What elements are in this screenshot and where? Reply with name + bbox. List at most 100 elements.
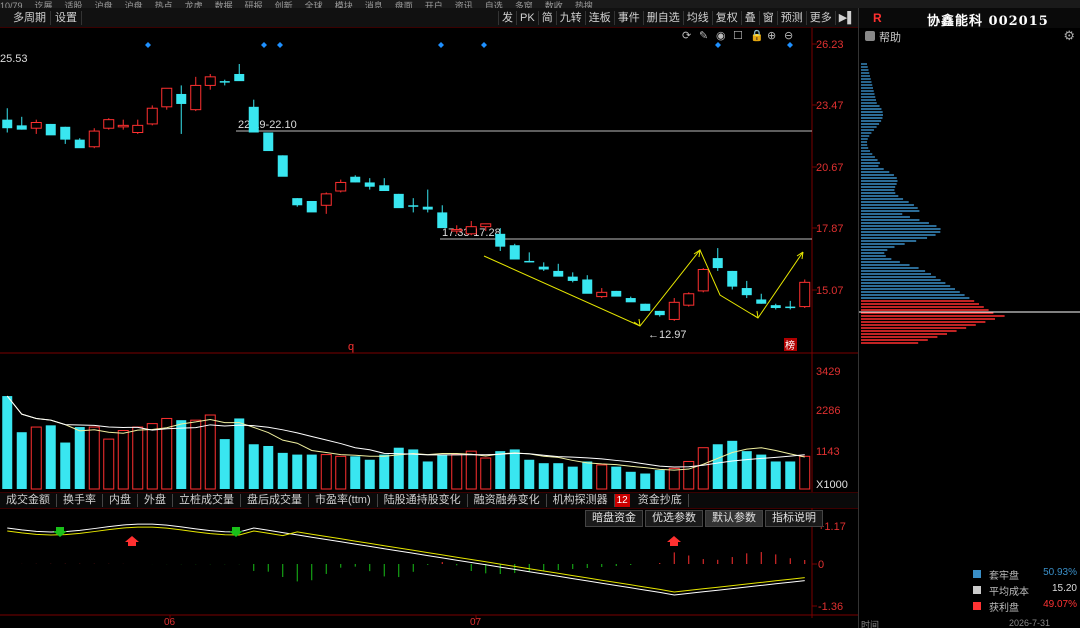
candle-body[interactable] [596,291,608,298]
event-diamond-icon[interactable] [145,42,151,48]
param-tab[interactable]: 默认参数 [705,510,763,527]
help-icon[interactable] [865,31,875,41]
candle-body[interactable] [204,76,216,86]
indicator-tab[interactable]: 盘后成交量 [241,494,309,507]
candle-body[interactable] [292,198,303,206]
chart-tool-icon[interactable]: ✎ [699,30,708,42]
candle-body[interactable] [306,200,317,213]
param-tab[interactable]: 暗盘资金 [585,510,643,527]
candle-body[interactable] [234,73,245,82]
candle-body[interactable] [683,293,695,306]
candle-body[interactable] [465,226,477,235]
candle-body[interactable] [16,125,27,130]
chart-tool-icon[interactable]: ☐ [733,30,743,42]
candle-body[interactable] [451,229,463,232]
toolbar-right-item[interactable]: 发 [498,11,516,25]
event-diamond-icon[interactable] [715,42,721,48]
indicator-tab[interactable]: 成交金额 [0,494,57,507]
candle-body[interactable] [45,123,56,136]
candle-body[interactable] [408,205,419,207]
candle-body[interactable] [364,182,375,187]
toolbar-right-item[interactable]: 复权 [711,11,741,25]
toolbar-right-item[interactable]: 连板 [584,11,614,25]
event-diamond-icon[interactable] [787,42,793,48]
candle-body[interactable] [509,245,520,260]
candle-body[interactable] [799,281,811,308]
candle-body[interactable] [538,266,549,270]
candle-body[interactable] [668,301,680,320]
candle-body[interactable] [263,132,274,152]
toolbar-right-item[interactable]: 窗 [758,11,777,25]
sell-signal-icon[interactable] [229,527,243,537]
toolbar-right-item[interactable]: PK [516,11,538,25]
buy-signal-icon[interactable] [125,536,139,546]
candle-body[interactable] [727,270,738,287]
candle-body[interactable] [611,290,622,297]
candle-body[interactable] [770,305,781,309]
indicator-tab[interactable]: 立桩成交量 [173,494,241,507]
candle-body[interactable] [277,155,288,177]
candle-body[interactable] [146,107,158,125]
candle-body[interactable] [697,268,709,292]
candle-body[interactable] [567,276,578,281]
buy-signal-icon[interactable] [667,536,681,546]
candle-body[interactable] [350,176,361,183]
toolbar-right-item[interactable]: 均线 [682,11,712,25]
toolbar-right-item[interactable]: 事件 [613,11,643,25]
chart-tool-icon[interactable]: ◉ [716,30,726,42]
candle-body[interactable] [741,288,752,296]
indicator-tab[interactable]: 陆股通持股变化 [378,494,468,507]
indicator-tab[interactable]: 市盈率(ttm) [309,494,378,507]
candle-body[interactable] [161,87,173,108]
param-tab[interactable]: 优选参数 [645,510,703,527]
candle-body[interactable] [248,106,259,133]
toolbar-right-item[interactable]: 预测 [776,11,806,25]
candle-body[interactable] [712,258,723,269]
indicator-tab[interactable]: 换手率 [57,494,103,507]
event-diamond-icon[interactable] [438,42,444,48]
candle-body[interactable] [785,306,796,309]
candle-body[interactable] [60,126,71,140]
candle-body[interactable] [480,223,492,228]
candle-body[interactable] [393,193,404,209]
toolbar-right-item[interactable]: 九转 [555,11,585,25]
candle-body[interactable] [320,193,332,206]
indicator-tab[interactable]: 机构探测器 [547,494,615,507]
indicator-tab[interactable]: 资金抄底 [632,494,689,507]
sell-signal-icon[interactable] [53,527,67,537]
event-diamond-icon[interactable] [481,42,487,48]
candle-body[interactable] [582,279,593,294]
candle-body[interactable] [625,298,636,303]
chart-tool-icon[interactable]: 🔒 [750,29,764,42]
candle-body[interactable] [132,124,144,133]
candle-body[interactable] [553,270,564,277]
toolbar-right-item[interactable]: 更多 [805,11,835,25]
main-chart[interactable]: 26.23 23.47 20.67 17.87 15.07 3429 2286 1143 X10… [0,28,858,628]
indicator-tab[interactable]: 外盘 [138,494,173,507]
candle-body[interactable] [335,181,347,192]
candle-body[interactable] [219,81,230,83]
candle-body[interactable] [74,139,85,149]
event-diamond-icon[interactable] [261,42,267,48]
toolbar-left-item[interactable]: 设置 [51,11,82,25]
candlestick-chart-svg[interactable]: 26.23 23.47 20.67 17.87 15.07 3429 2286 1143 X10… [0,28,858,628]
expand-icon[interactable]: ▶▌ [834,11,858,25]
help-label[interactable]: 帮助 [879,29,901,45]
candle-body[interactable] [654,310,665,316]
candle-body[interactable] [88,130,100,148]
help-row[interactable]: 帮助 ⚙ [859,28,1080,44]
candle-body[interactable] [524,260,535,263]
event-diamond-icon[interactable] [277,42,283,48]
candle-body[interactable] [437,212,448,229]
candle-body[interactable] [379,185,390,192]
candle-body[interactable] [2,119,13,129]
candle-body[interactable] [190,84,202,111]
candle-body[interactable] [495,233,506,247]
chart-tool-icon[interactable]: ⊕ [767,30,776,42]
candle-body[interactable] [103,119,115,129]
toolbar-left-item[interactable]: 多周期 [9,11,51,25]
chart-tool-icon[interactable]: ⟳ [682,30,691,42]
candle-body[interactable] [117,124,129,128]
indicator-tab[interactable]: 内盘 [103,494,138,507]
gear-icon[interactable]: ⚙ [1063,28,1075,44]
